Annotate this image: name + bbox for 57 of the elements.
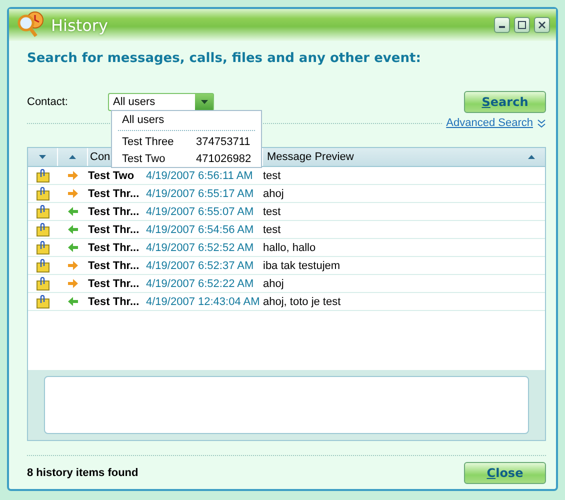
double-chevron-icon[interactable] (537, 118, 546, 128)
dropdown-item[interactable]: All users (118, 111, 255, 128)
sort-down-icon (39, 155, 46, 159)
preview-cell-text: test (263, 206, 282, 218)
search-button[interactable]: Search (464, 91, 546, 113)
time-cell-text: 4/19/2007 6:55:17 AM (146, 188, 255, 200)
message-icon (36, 222, 50, 236)
close-icon (538, 21, 546, 29)
message-icon (36, 186, 50, 200)
dropdown-button[interactable] (195, 94, 213, 110)
time-cell-text: 4/19/2007 6:54:56 AM (146, 224, 255, 236)
caret-icon (200, 100, 208, 104)
contact-cell-text: Test Two (88, 170, 136, 182)
time-cell-text: 4/19/2007 6:56:11 AM (146, 170, 254, 182)
preview-cell-text: test (263, 224, 282, 236)
close-dialog-button[interactable]: Close (464, 462, 546, 484)
column-header[interactable]: Con (90, 151, 110, 163)
maximize-icon (518, 21, 526, 29)
sort-up-icon (69, 155, 76, 159)
window-title: History (51, 16, 109, 34)
search-heading: Search for messages, calls, files and any other event: (27, 51, 422, 66)
time-cell-text: 4/19/2007 6:52:22 AM (146, 278, 255, 290)
message-icon (36, 276, 50, 290)
preview-cell-text: iba tak testujem (263, 260, 342, 272)
contact-cell-text: Test Thr... (88, 206, 140, 218)
dropdown-item[interactable]: Test Two 471026982 (118, 150, 255, 167)
contact-combobox[interactable]: All users (108, 93, 214, 111)
contact-cell-text: Test Thr... (88, 296, 140, 308)
preview-cell-text: ahoj, toto je test (263, 296, 342, 308)
left-arrow-icon (68, 297, 78, 306)
sort-up-icon (528, 155, 535, 159)
minimize-button[interactable] (494, 17, 510, 33)
time-cell-text: 4/19/2007 6:52:37 AM (146, 260, 255, 272)
message-icon (36, 258, 50, 272)
message-icon (36, 240, 50, 254)
preview-cell-text: test (263, 170, 282, 182)
time-cell-text: 4/19/2007 6:55:07 AM (146, 206, 255, 218)
close-button[interactable] (534, 17, 550, 33)
column-header[interactable]: Message Preview (267, 151, 354, 163)
message-icon (36, 294, 50, 308)
contact-cell-text: Test Thr... (88, 260, 140, 272)
maximize-button[interactable] (514, 17, 530, 33)
advanced-search-link[interactable]: Advanced Search (446, 117, 533, 129)
dropdown-item[interactable]: Test Three 374753711 (118, 133, 255, 150)
contact-label: Contact: (27, 96, 69, 108)
preview-cell-text: hallo, hallo (263, 242, 317, 254)
time-cell-text: 4/19/2007 12:43:04 AM (146, 296, 261, 308)
message-icon (36, 168, 50, 182)
status-text: 8 history items found (27, 467, 138, 479)
contact-cell-text: Test Thr... (88, 224, 140, 236)
contact-cell-text: Test Thr... (88, 278, 140, 290)
time-cell-text: 4/19/2007 6:52:52 AM (146, 242, 255, 254)
contact-cell-text: Test Thr... (88, 242, 140, 254)
preview-cell-text: ahoj (263, 188, 285, 200)
message-icon (36, 204, 50, 218)
contact-cell-text: Test Thr... (88, 188, 140, 200)
preview-cell-text: ahoj (263, 278, 285, 290)
